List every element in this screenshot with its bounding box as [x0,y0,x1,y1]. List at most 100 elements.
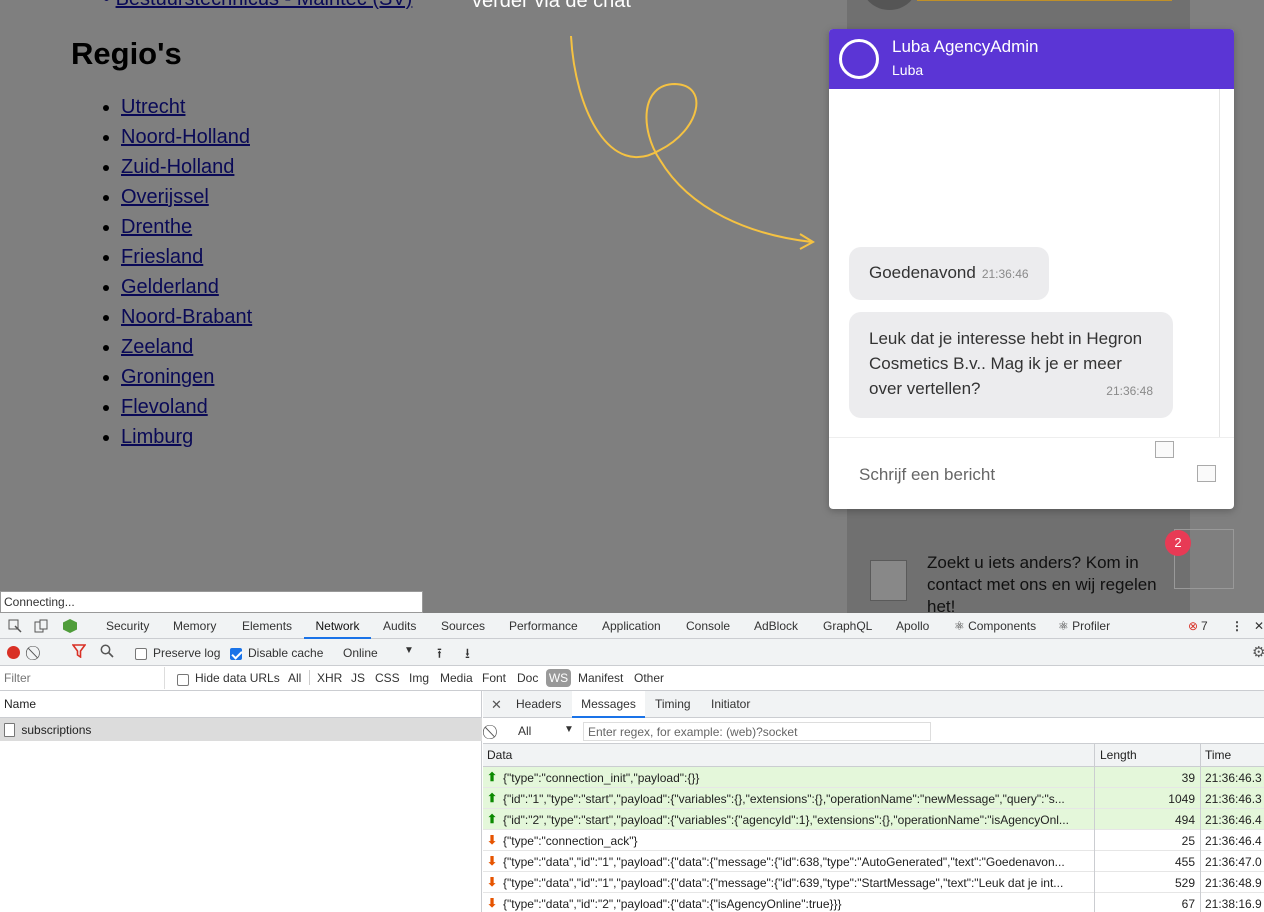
column-divider[interactable] [1200,744,1201,912]
filter-type-js[interactable]: JS [351,671,365,685]
subtab-messages[interactable]: Messages [572,691,645,718]
tab-elements[interactable]: Elements [242,613,292,639]
region-item: Groningen [121,364,252,394]
preserve-log-checkbox[interactable] [135,646,147,660]
filter-type-xhr[interactable]: XHR [317,671,342,685]
tab-performance[interactable]: Performance [509,613,578,639]
agent-avatar [839,39,879,79]
column-length[interactable]: Length [1100,748,1137,762]
vacancy-link[interactable]: Bestuurstechnicus - Maintec (SV) [116,0,413,10]
extension-hex-icon[interactable] [62,613,78,639]
region-link[interactable]: Drenthe [121,216,192,238]
filter-type-ws[interactable]: WS [546,669,571,687]
close-icon[interactable]: ✕ [1254,613,1264,639]
error-count[interactable]: 7 [1201,613,1208,639]
tab-network[interactable]: Network [304,613,371,639]
region-link[interactable]: Flevoland [121,396,208,418]
chevron-down-icon[interactable]: ▼ [404,645,414,656]
filter-type-all[interactable]: All [288,671,301,685]
network-filterbar: Hide data URLs All XHR JS CSS Img Media … [0,666,1264,691]
close-detail-icon[interactable]: ✕ [491,691,502,718]
name-column-header[interactable]: Name [0,691,482,718]
tab-graphql[interactable]: GraphQL [823,613,872,639]
tab-sources[interactable]: Sources [441,613,485,639]
message-type-select[interactable]: All [518,724,531,738]
message-data: {"type":"connection_ack"} [503,834,638,848]
vacancy-link-item[interactable]: • Bestuurstechnicus - Maintec (SV) [103,0,412,11]
filter-type-img[interactable]: Img [409,671,429,685]
tab-components[interactable]: ⚛ Components [954,613,1036,639]
error-icon[interactable]: ⊗ [1188,613,1198,639]
subtab-headers[interactable]: Headers [516,691,561,718]
region-link[interactable]: Gelderland [121,276,219,298]
message-length: 39 [1181,771,1195,785]
filter-type-css[interactable]: CSS [375,671,400,685]
column-data[interactable]: Data [487,748,512,762]
region-item: Noord-Holland [121,124,252,154]
message-row[interactable]: ⬆ {"id":"2","type":"start","payload":{"va… [483,809,1264,830]
filter-input[interactable] [0,667,165,689]
inspect-icon[interactable] [8,613,22,639]
throttle-select[interactable]: Online [343,646,378,660]
search-icon[interactable] [100,644,114,661]
more-options-icon[interactable]: ⋮ [1231,613,1243,639]
region-link[interactable]: Limburg [121,426,193,448]
tab-profiler[interactable]: ⚛ Profiler [1058,613,1110,639]
tab-security[interactable]: Security [106,613,149,639]
message-row[interactable]: ⬇ {"type":"data","id":"1","payload":{"dat… [483,851,1264,872]
messages-grid-header: Data Length Time [483,744,1264,767]
tab-console[interactable]: Console [686,613,730,639]
region-link[interactable]: Utrecht [121,96,185,118]
subtab-initiator[interactable]: Initiator [711,691,750,718]
detail-tabbar: ✕ Headers Messages Timing Initiator [483,691,1264,718]
message-row[interactable]: ⬇ {"type":"data","id":"1","payload":{"dat… [483,872,1264,893]
record-icon[interactable] [7,646,20,659]
device-toggle-icon[interactable] [34,613,48,639]
chevron-down-icon[interactable]: ▼ [564,724,574,735]
message-row[interactable]: ⬇ {"type":"connection_ack"} 25 21:36:46.4 [483,830,1264,851]
tab-memory[interactable]: Memory [173,613,216,639]
message-data: {"type":"data","id":"1","payload":{"data… [503,876,1064,890]
tab-application[interactable]: Application [602,613,661,639]
column-divider[interactable] [1094,744,1095,912]
request-row[interactable]: subscriptions [0,718,482,741]
region-link[interactable]: Groningen [121,366,214,388]
tab-audits[interactable]: Audits [383,613,416,639]
filter-type-manifest[interactable]: Manifest [578,671,623,685]
message-row[interactable]: ⬆ {"id":"1","type":"start","payload":{"va… [483,788,1264,809]
region-link[interactable]: Overijssel [121,186,209,208]
region-link[interactable]: Zeeland [121,336,193,358]
gear-icon[interactable]: ⚙ [1252,643,1264,661]
tab-adblock[interactable]: AdBlock [754,613,798,639]
region-link[interactable]: Noord-Brabant [121,306,252,328]
filter-type-other[interactable]: Other [634,671,664,685]
hide-data-urls-checkbox[interactable] [177,672,189,686]
received-arrow-icon: ⬇ [487,854,498,868]
tab-apollo[interactable]: Apollo [896,613,929,639]
sidebar-promo-text: Zoekt u iets anders? Kom in contact met … [927,553,1157,613]
subtab-timing[interactable]: Timing [655,691,691,718]
message-data: {"id":"1","type":"start","payload":{"var… [503,792,1065,806]
message-length: 455 [1174,855,1195,869]
message-time: 21:36:47.0 [1205,855,1262,869]
message-row[interactable]: ⬇ {"type":"data","id":"2","payload":{"dat… [483,893,1264,912]
filter-type-font[interactable]: Font [482,671,506,685]
message-time: 21:36:46.4 [1205,834,1262,848]
filter-type-media[interactable]: Media [440,671,473,685]
filter-type-doc[interactable]: Doc [517,671,538,685]
filter-icon[interactable] [71,644,87,661]
message-input[interactable] [859,465,1159,485]
export-har-icon[interactable]: ⭳ [465,643,470,667]
region-link[interactable]: Friesland [121,246,203,268]
column-time[interactable]: Time [1205,748,1231,762]
disable-cache-checkbox[interactable] [230,646,242,660]
send-icon[interactable] [1197,465,1216,482]
attachment-icon[interactable] [1155,441,1174,458]
region-link[interactable]: Zuid-Holland [121,156,234,178]
regex-input[interactable] [583,722,931,741]
import-har-icon[interactable]: ⭱ [437,643,442,667]
message-row[interactable]: ⬆ {"type":"connection_init","payload":{}}… [483,767,1264,788]
devtools-panel: Security Memory Elements Network Audits … [0,613,1264,912]
region-link[interactable]: Noord-Holland [121,126,250,148]
chat-scrollbar[interactable] [1219,89,1220,437]
